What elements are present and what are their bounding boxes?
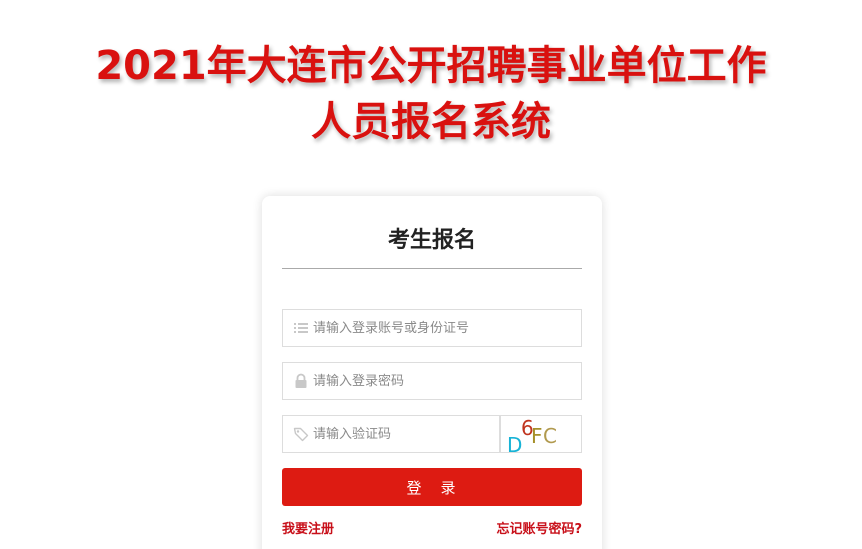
account-input[interactable] <box>313 310 573 346</box>
captcha-char: C <box>543 424 557 448</box>
lock-icon <box>295 373 307 388</box>
register-link[interactable]: 我要注册 <box>282 521 334 539</box>
login-card-title: 考生报名 <box>387 228 476 253</box>
page-title: 2021年大连市公开招聘事业单位工作 人员报名系统 <box>0 38 862 150</box>
password-field[interactable] <box>282 362 582 400</box>
page-title-line1: 2021年大连市公开招聘事业单位工作 <box>95 43 767 89</box>
captcha-char: F <box>531 424 543 448</box>
login-button[interactable]: 登 录 <box>282 468 582 506</box>
captcha-field[interactable] <box>282 415 500 453</box>
login-card: 考生报名 请输入登录账号或身份证号 请输入验证码 D 6 F C 登 录 我要注… <box>262 196 602 549</box>
account-field[interactable] <box>282 309 582 347</box>
title-divider <box>282 268 582 269</box>
login-page: 2021年大连市公开招聘事业单位工作 人员报名系统 考生报名 请输入登录账号或身… <box>0 0 862 549</box>
forgot-password-link[interactable]: 忘记账号密码? <box>496 521 582 539</box>
page-title-line2: 人员报名系统 <box>311 99 551 145</box>
captcha-image[interactable]: D 6 F C <box>500 415 582 453</box>
tag-icon <box>293 427 309 442</box>
captcha-input[interactable] <box>313 416 493 452</box>
list-icon <box>294 323 308 333</box>
password-input[interactable] <box>313 363 573 399</box>
